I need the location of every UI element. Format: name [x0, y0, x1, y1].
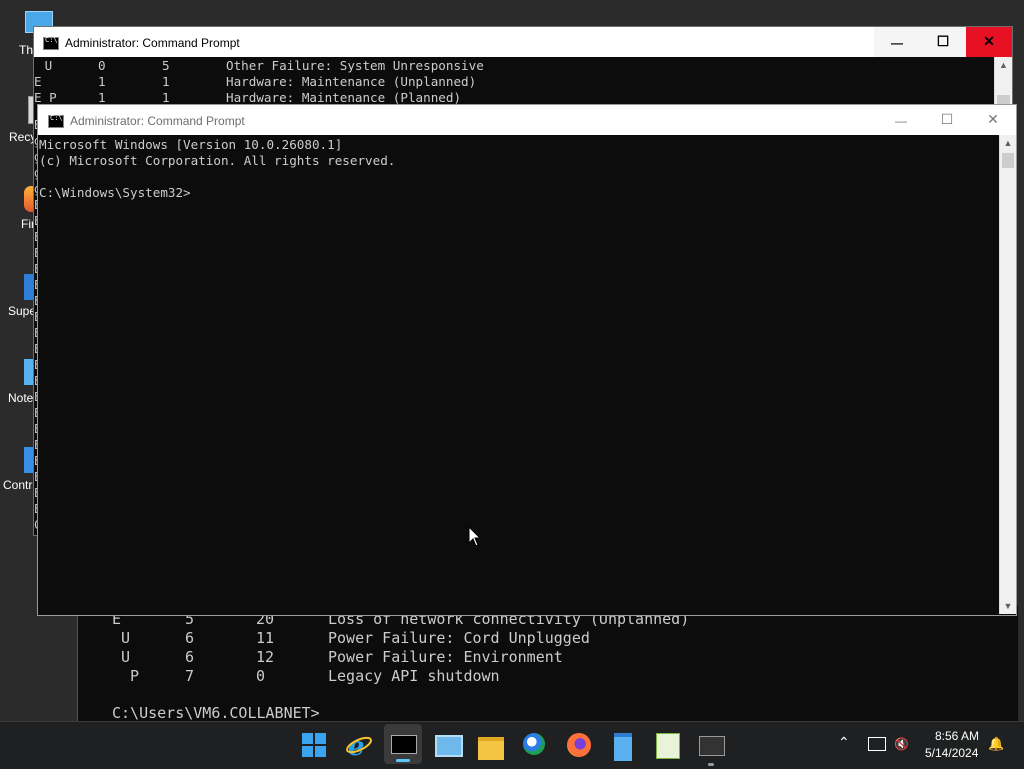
minimize-icon: —: [895, 114, 907, 128]
network-icon[interactable]: [868, 737, 886, 751]
back-row-reason: Power Failure: Environment: [328, 648, 563, 666]
scrollbar-thumb[interactable]: [1002, 153, 1014, 168]
close-button[interactable]: ✕: [966, 27, 1012, 57]
clock-time[interactable]: 8:56 AM: [935, 729, 979, 743]
volume-muted-icon[interactable]: 🔇: [894, 737, 909, 751]
minimize-button[interactable]: —: [874, 27, 920, 57]
file-explorer-icon: [478, 737, 504, 760]
title-bar[interactable]: Administrator: Command Prompt — ☐ ✕: [38, 105, 1016, 135]
browser-button[interactable]: [520, 730, 550, 760]
start-button[interactable]: [299, 730, 329, 760]
command-prompt-icon: [391, 735, 417, 754]
desktop-icon-label: Contr: [3, 478, 33, 492]
back-row-flag: U: [112, 648, 131, 666]
windows-start-icon: [302, 733, 326, 757]
svg-text:e: e: [348, 732, 365, 760]
minimize-button[interactable]: —: [878, 105, 924, 135]
chart-app-icon: [656, 733, 680, 759]
back-console-prompt: C:\Users\VM6.COLLABNET>: [112, 704, 320, 722]
mouse-cursor-icon: [468, 526, 482, 547]
back-row-major: 6: [185, 648, 195, 666]
active-indicator: [396, 759, 410, 762]
command-prompt-window-front[interactable]: Administrator: Command Prompt — ☐ ✕ Micr…: [37, 104, 1017, 616]
internet-explorer-icon: e: [346, 732, 372, 762]
scroll-down-arrow-icon[interactable]: ▼: [1000, 598, 1016, 614]
close-icon: ✕: [983, 33, 995, 49]
term-cell: Hardware: Maintenance (Unplanned): [226, 74, 477, 89]
running-indicator: [708, 763, 714, 766]
title-bar[interactable]: Administrator: Command Prompt — ☐ ✕: [34, 27, 1012, 57]
desktop-icon-label: Th: [19, 43, 34, 57]
chart-app-button[interactable]: [652, 730, 682, 760]
back-row-major: 6: [185, 629, 195, 647]
terminal-prompt[interactable]: C:\Windows\System32>: [39, 185, 191, 201]
back-row-flag: P: [112, 667, 140, 685]
tray-overflow-chevron-icon[interactable]: ⌃: [838, 734, 850, 751]
remote-desktop-icon: [435, 735, 463, 757]
vertical-scrollbar[interactable]: ▲ ▼: [999, 135, 1016, 614]
desktop-icon-label: Supe: [8, 304, 37, 318]
cmd-icon: [48, 114, 64, 128]
terminal-line: Microsoft Windows [Version 10.0.26080.1]: [39, 137, 343, 152]
term-cell: U: [37, 58, 53, 73]
remote-desktop-button[interactable]: [432, 730, 463, 760]
terminal-button[interactable]: [696, 730, 726, 766]
taskbar: e ⌃ 🔇 8:56 AM 5/14/2024 🔔: [0, 721, 1024, 769]
terminal-icon: [699, 736, 725, 756]
close-icon: ✕: [987, 111, 999, 127]
file-explorer-button[interactable]: [476, 730, 506, 760]
command-prompt-taskbar-button[interactable]: [384, 724, 422, 764]
term-cell: 1: [162, 74, 170, 89]
close-button[interactable]: ✕: [970, 105, 1016, 135]
maximize-button[interactable]: ☐: [920, 27, 966, 57]
firefox-button[interactable]: [564, 730, 594, 760]
back-row-flag: U: [112, 629, 131, 647]
term-cell: 1: [98, 74, 106, 89]
notepad-button[interactable]: [608, 730, 638, 761]
clock-date[interactable]: 5/14/2024: [925, 746, 978, 760]
maximize-button[interactable]: ☐: [924, 105, 970, 135]
term-cell: Other Failure: System Unresponsive: [226, 58, 484, 73]
back-console-window[interactable]: E 5 20 Loss of network connectivity (Unp…: [77, 605, 1018, 725]
scroll-up-arrow-icon[interactable]: ▲: [995, 57, 1012, 73]
back-row-minor: 0: [256, 667, 266, 685]
scroll-up-arrow-icon[interactable]: ▲: [1000, 135, 1016, 151]
term-cell: E: [34, 74, 42, 89]
firefox-icon: [567, 733, 591, 757]
maximize-icon: ☐: [936, 33, 950, 49]
minimize-icon: —: [891, 36, 903, 50]
back-row-reason: Power Failure: Cord Unplugged: [328, 629, 590, 647]
window-title: Administrator: Command Prompt: [70, 114, 245, 128]
back-row-reason: Legacy API shutdown: [328, 667, 500, 685]
browser-icon: [523, 733, 545, 755]
term-cell: 0: [98, 58, 106, 73]
maximize-icon: ☐: [940, 111, 954, 127]
cmd-icon: [43, 36, 59, 50]
terminal-line: (c) Microsoft Corporation. All rights re…: [39, 153, 396, 168]
back-row-minor: 12: [256, 648, 275, 666]
notepad-icon: [614, 733, 632, 761]
desktop-icon-label: Note: [8, 391, 34, 405]
window-title: Administrator: Command Prompt: [65, 36, 240, 50]
back-row-major: 7: [185, 667, 195, 685]
term-cell: 5: [162, 58, 170, 73]
notification-bell-icon[interactable]: 🔔: [988, 736, 1004, 752]
back-row-minor: 11: [256, 629, 275, 647]
internet-explorer-button[interactable]: e: [344, 730, 374, 762]
